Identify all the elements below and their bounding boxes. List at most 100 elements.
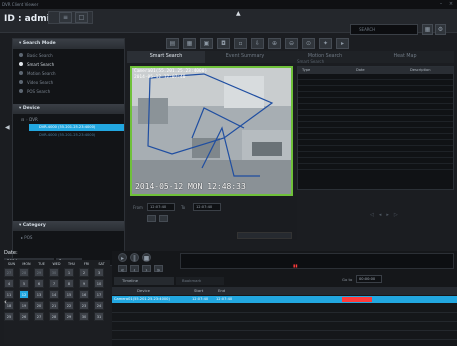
area-clear-button[interactable] bbox=[159, 215, 168, 222]
step-fwd-icon[interactable]: › bbox=[142, 265, 151, 274]
rewind-icon[interactable]: « bbox=[118, 265, 127, 274]
calendar-day[interactable]: 30 bbox=[49, 268, 59, 277]
calendar-day[interactable]: 14 bbox=[49, 290, 59, 299]
search-dropdown[interactable]: SEARCH bbox=[350, 24, 418, 35]
prev-page-icon[interactable]: ◂ bbox=[379, 212, 382, 218]
prev-date-icon[interactable]: ‹ bbox=[4, 298, 7, 306]
zoom-in-icon[interactable]: ⊕ bbox=[268, 38, 281, 49]
calendar-day[interactable]: 29 bbox=[64, 312, 74, 321]
calendar-day[interactable]: 31 bbox=[94, 312, 104, 321]
pip-icon[interactable]: ▣ bbox=[200, 38, 213, 49]
from-time-input[interactable]: 12:07:40 bbox=[147, 203, 175, 211]
stop-icon[interactable]: ■ bbox=[142, 253, 151, 262]
calendar-day[interactable]: 15 bbox=[64, 290, 74, 299]
collapse-left-icon[interactable]: ◀ bbox=[5, 124, 10, 131]
tab-timeline[interactable]: Timeline bbox=[114, 277, 174, 285]
pause-icon[interactable]: ‖ bbox=[130, 253, 139, 262]
minimize-button[interactable]: – bbox=[438, 1, 444, 7]
calendar-day[interactable]: 27 bbox=[34, 312, 44, 321]
calendar-day[interactable]: 9 bbox=[79, 279, 89, 288]
left-panel: ▾ Search Mode Basic Search Smart Search … bbox=[12, 38, 125, 266]
camera-icon[interactable]: ◘ bbox=[217, 38, 230, 49]
calendar-day[interactable]: 24 bbox=[94, 301, 104, 310]
close-button[interactable]: × bbox=[448, 1, 454, 7]
calendar-day[interactable]: 28 bbox=[19, 268, 29, 277]
to-time-input[interactable]: 12:07:40 bbox=[193, 203, 221, 211]
device-header[interactable]: ▾ Device bbox=[13, 104, 124, 114]
timeline-row[interactable] bbox=[112, 322, 457, 331]
gear-icon[interactable]: ⚙ bbox=[435, 24, 446, 35]
tab-smart-search[interactable]: Smart Search bbox=[127, 51, 205, 63]
tab-event-summary[interactable]: Event Summary bbox=[205, 51, 285, 63]
time-ruler[interactable]: ▮▮ bbox=[180, 253, 454, 269]
calendar-day[interactable]: 20 bbox=[34, 301, 44, 310]
mode-video[interactable]: Video Search bbox=[13, 78, 124, 87]
calendar-day[interactable]: 28 bbox=[49, 312, 59, 321]
timeline-row[interactable] bbox=[112, 304, 457, 313]
timeline-row[interactable] bbox=[112, 331, 457, 340]
calendar-day[interactable]: 23 bbox=[79, 301, 89, 310]
collapse-icon[interactable]: ▲ bbox=[236, 10, 241, 17]
mode-motion[interactable]: Motion Search bbox=[13, 69, 124, 78]
category-header[interactable]: ▾ Category bbox=[13, 221, 124, 231]
menu-button[interactable]: ≡ bbox=[59, 12, 72, 23]
step-back-icon[interactable]: ‹ bbox=[130, 265, 139, 274]
calendar-day[interactable]: 13 bbox=[34, 290, 44, 299]
device-item-selected[interactable]: DVR-4000 (55.201.25.23:4000) bbox=[29, 124, 124, 131]
calendar-day[interactable]: 5 bbox=[19, 279, 29, 288]
calendar-day[interactable]: 3 bbox=[94, 268, 104, 277]
play-icon[interactable]: ▸ bbox=[118, 253, 127, 262]
calendar-day[interactable]: 21 bbox=[49, 301, 59, 310]
device-root[interactable]: ⊟ ◦ DVR bbox=[13, 114, 124, 122]
record-segment[interactable] bbox=[342, 297, 372, 302]
video-view[interactable]: Camera01(55.201.25.23:4000) 2014-05-12 12… bbox=[130, 66, 293, 196]
calendar-day[interactable]: 1 bbox=[64, 268, 74, 277]
calendar-day[interactable]: 2 bbox=[79, 268, 89, 277]
zoom-out-icon[interactable]: ⊖ bbox=[285, 38, 298, 49]
next-page-icon[interactable]: ▸ bbox=[386, 212, 389, 218]
last-page-icon[interactable]: ▷ bbox=[394, 212, 398, 218]
tab-bookmark[interactable]: Bookmark bbox=[176, 277, 224, 285]
goto-time-input[interactable]: 00:00:00 bbox=[356, 275, 382, 283]
star-icon[interactable]: ✦ bbox=[319, 38, 332, 49]
device-item[interactable]: DVR-4000 (55.201.25.23:4000) bbox=[29, 132, 124, 139]
tab-heat-map[interactable]: Heat Map bbox=[365, 51, 445, 63]
mode-pos[interactable]: POS Search bbox=[13, 87, 124, 96]
calendar-day[interactable]: 6 bbox=[34, 279, 44, 288]
calendar-day[interactable]: 30 bbox=[79, 312, 89, 321]
category-item[interactable]: ▸ POS bbox=[21, 235, 32, 240]
calendar-day[interactable]: 29 bbox=[34, 268, 44, 277]
weekday: SAT bbox=[98, 262, 105, 266]
fast-fwd-icon[interactable]: » bbox=[154, 265, 163, 274]
mode-basic[interactable]: Basic Search bbox=[13, 51, 124, 60]
calendar-day[interactable]: 8 bbox=[64, 279, 74, 288]
next-icon[interactable]: ▸ bbox=[336, 38, 349, 49]
print-icon[interactable]: ▫ bbox=[234, 38, 247, 49]
calendar-day[interactable]: 12 bbox=[19, 290, 29, 299]
calendar-day[interactable]: 22 bbox=[64, 301, 74, 310]
timeline-row[interactable] bbox=[112, 313, 457, 322]
calendar-day[interactable]: 7 bbox=[49, 279, 59, 288]
toolbar: ▤ ▦ ▣ ◘ ▫ ⇩ ⊕ ⊖ ⊙ ✦ ▸ bbox=[166, 38, 404, 49]
save-button[interactable]: □ bbox=[75, 12, 88, 23]
camera-info: Camera01(55.201.25.23:4000) 2014-05-12 12… bbox=[134, 69, 208, 80]
export-icon[interactable]: ⇩ bbox=[251, 38, 264, 49]
calendar-day[interactable]: 16 bbox=[79, 290, 89, 299]
calendar-day[interactable]: 27 bbox=[4, 268, 14, 277]
calendar-day[interactable]: 19 bbox=[19, 301, 29, 310]
table-row[interactable] bbox=[298, 164, 453, 170]
calendar-day[interactable]: 17 bbox=[94, 290, 104, 299]
calendar-day[interactable]: 25 bbox=[4, 312, 14, 321]
calendar-day[interactable]: 10 bbox=[94, 279, 104, 288]
area-draw-button[interactable] bbox=[147, 215, 156, 222]
mode-smart[interactable]: Smart Search bbox=[13, 60, 124, 69]
layout-icon[interactable]: ▤ bbox=[166, 38, 179, 49]
calendar-day[interactable]: 4 bbox=[4, 279, 14, 288]
timeline-row-selected[interactable]: Camera01(55.201.25.23:4000) 12:07:40 12:07… bbox=[112, 296, 457, 303]
calendar-day[interactable]: 26 bbox=[19, 312, 29, 321]
first-page-icon[interactable]: ◁ bbox=[370, 212, 374, 218]
search-icon[interactable]: ⊙ bbox=[302, 38, 315, 49]
layout2-icon[interactable]: ▦ bbox=[183, 38, 196, 49]
grid-icon[interactable]: ▦ bbox=[422, 24, 433, 35]
search-mode-header[interactable]: ▾ Search Mode bbox=[13, 39, 124, 49]
